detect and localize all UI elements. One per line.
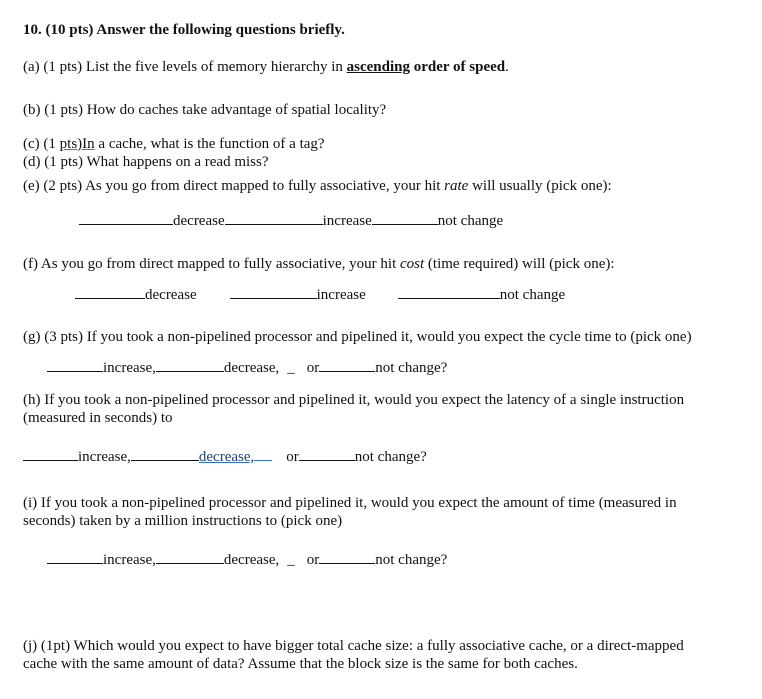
question-f-suffix: (time required) will (pick one): [424,256,615,272]
answer-blank-not-change[interactable] [298,447,355,461]
option-not-change: not change? [354,449,427,465]
option-increase: increase, [78,449,131,465]
answer-blank-not-change[interactable] [319,550,376,564]
option-or: or [306,360,320,376]
question-f-options: decrease increase not change [75,285,565,304]
answer-blank-increase[interactable] [47,550,103,564]
option-or: or [306,552,320,568]
question-instructions: Answer the following questions briefly. [96,22,345,38]
question-a-bold-tail: order of speed [410,59,506,75]
question-i-line2: seconds) taken by a million instructions… [23,513,343,529]
question-a-text: (a) (1 pts) List the five levels of memo… [23,59,347,75]
question-e: (e) (2 pts) As you go from direct mapped… [23,177,612,195]
option-decrease: decrease, [223,552,280,568]
answer-blank-increase[interactable] [23,447,78,461]
stray-underscore: _ [287,360,295,376]
answer-blank-not-change[interactable] [397,285,500,299]
question-j-line2: cache with the same amount of data? Assu… [23,656,578,672]
answer-blank-increase[interactable] [47,358,103,372]
question-e-suffix: will usually (pick one): [468,178,612,194]
question-i-options: increase, decrease, _ or not change? [47,550,447,569]
emphasis-ascending: ascending [346,59,411,75]
question-a-end: . [505,59,509,75]
question-c-prefix: (c) (1 [23,136,60,152]
answer-blank-not-change[interactable] [371,211,438,225]
stray-underscore: _ [287,552,295,568]
option-not-change: not change? [375,360,448,376]
question-h-options: increase, decrease, or not change? [23,447,427,466]
question-e-prefix: (e) (2 pts) As you go from direct mapped… [23,178,445,194]
option-not-change: not change [437,213,504,229]
question-b: (b) (1 pts) How do caches take advantage… [23,102,387,118]
question-title: 10. (10 pts) Answer the following questi… [23,21,345,39]
option-decrease: decrease, [223,360,280,376]
option-not-change: not change? [375,552,448,568]
answer-blank-decrease[interactable] [79,211,173,225]
question-h-line1: (h) If you took a non-pipelined processo… [23,392,685,408]
question-d: (d) (1 pts) What happens on a read miss? [23,154,269,170]
question-i-line1: (i) If you took a non-pipelined processo… [23,495,677,511]
option-decrease: decrease [145,287,197,303]
option-or: or [286,449,299,465]
option-decrease: decrease [173,213,225,229]
question-c-rest: a cache, what is the function of a tag? [94,136,325,152]
option-increase: increase [316,287,366,303]
option-increase: increase, [103,552,156,568]
question-f-italic: cost [400,256,425,272]
answer-blank-increase[interactable] [224,211,323,225]
option-increase: increase, [103,360,156,376]
question-g-options: increase, decrease, _ or not change? [47,358,447,377]
answer-mark [254,447,273,461]
question-j-line1: (j) (1pt) Which would you expect to have… [23,638,684,654]
option-increase: increase [322,213,372,229]
question-e-options: decrease increase not change [79,211,503,230]
option-not-change: not change [499,287,566,303]
question-f: (f) As you go from direct mapped to full… [23,255,615,273]
question-points: (10 pts) [45,22,94,38]
answer-blank-not-change[interactable] [319,358,376,372]
answer-blank-decrease[interactable] [155,550,224,564]
answer-blank-increase[interactable] [229,285,317,299]
option-decrease-selected: decrease, [198,449,255,465]
answer-blank-decrease[interactable] [155,358,224,372]
answer-blank-decrease[interactable] [75,285,145,299]
question-c: (c) (1 pts)In a cache, what is the funct… [23,135,325,153]
question-g: (g) (3 pts) If you took a non-pipelined … [23,329,692,345]
question-a: (a) (1 pts) List the five levels of memo… [23,58,509,76]
question-number: 10. [23,22,42,38]
question-e-italic: rate [444,178,469,194]
answer-blank-decrease[interactable] [130,447,199,461]
question-f-prefix: (f) As you go from direct mapped to full… [23,256,400,272]
question-h-line2: (measured in seconds) to [23,410,173,426]
grammar-flag: pts)In [59,136,95,152]
